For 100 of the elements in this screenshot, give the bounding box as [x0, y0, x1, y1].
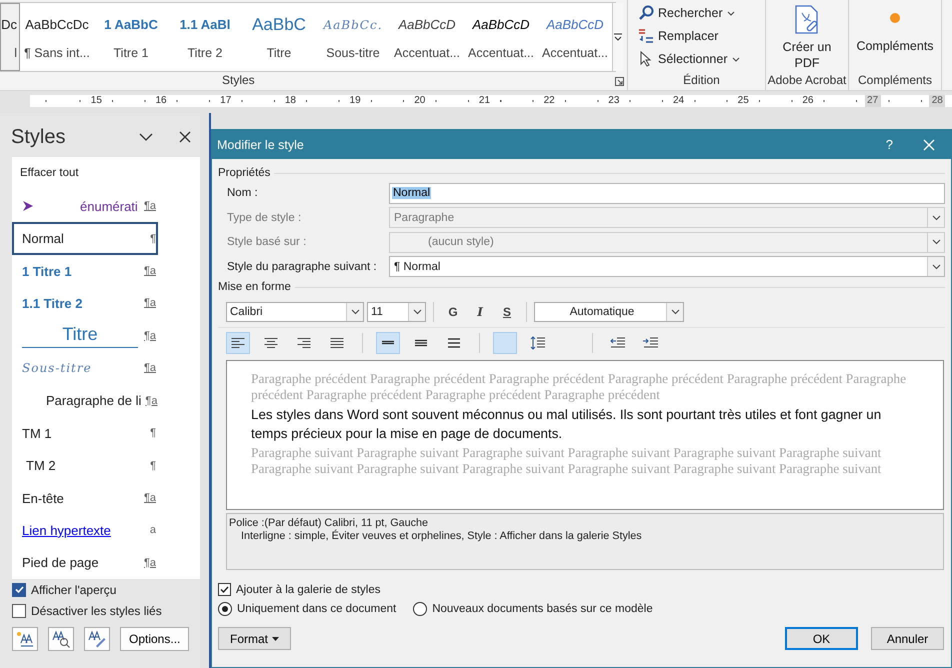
- pdf-link-icon: [794, 5, 820, 35]
- style-list-item[interactable]: TM 2 ¶: [12, 449, 158, 482]
- style-list-item[interactable]: Titre ¶a: [12, 320, 158, 352]
- add-ins-button[interactable]: Compléments: [856, 0, 934, 54]
- replace-icon: [638, 28, 654, 44]
- style-list-item[interactable]: Normal ¶: [12, 222, 158, 255]
- create-pdf-button[interactable]: Créer un PDF: [777, 0, 837, 71]
- radio-button[interactable]: [218, 602, 232, 616]
- lines-icon: [447, 337, 461, 349]
- edition-command[interactable]: Rechercher: [638, 3, 740, 23]
- gallery-more-button[interactable]: [612, 3, 623, 71]
- help-button[interactable]: ?: [886, 137, 893, 152]
- align-right-icon: [297, 337, 311, 349]
- search-icon: [638, 5, 654, 21]
- bold-button[interactable]: G: [441, 305, 465, 319]
- style-type-mark: ¶a: [145, 394, 158, 407]
- checkbox[interactable]: [218, 583, 231, 596]
- style-name: Pied de page: [22, 555, 100, 570]
- arrow-bullet-icon: [22, 200, 34, 212]
- style-name: TM 2: [25, 458, 57, 474]
- align-left-button[interactable]: [226, 332, 250, 354]
- group-label: Adobe Acrobat: [768, 73, 846, 89]
- field-label: Type de style :: [227, 212, 302, 224]
- edition-command[interactable]: Remplacer: [638, 26, 740, 46]
- indent-increase-icon: [643, 337, 659, 349]
- style-list-item[interactable]: Lien hypertexte a: [12, 514, 158, 547]
- style-name: 1.1 Titre 2: [22, 296, 84, 311]
- font-color-dropdown[interactable]: Automatique: [534, 302, 684, 322]
- options-button[interactable]: Options...: [120, 627, 190, 651]
- group-label: Compléments: [858, 73, 932, 89]
- dialog-launcher-icon[interactable]: [615, 77, 624, 86]
- ok-button[interactable]: OK: [785, 627, 858, 650]
- close-icon[interactable]: [179, 131, 191, 143]
- gallery-style-item[interactable]: AaBbC Titre: [242, 3, 316, 71]
- gallery-style-item[interactable]: AaBbCcDc ¶ Sans int...: [20, 3, 94, 71]
- style-list-item[interactable]: Sous-titre ¶a: [12, 352, 158, 385]
- indent-decrease-icon: [610, 337, 626, 349]
- checkbox-label: Désactiver les styles liés: [31, 604, 162, 618]
- italic-button[interactable]: I: [468, 305, 492, 319]
- style-list-item[interactable]: 1.1 Titre 2 ¶a: [12, 287, 158, 320]
- style-name: Titre: [22, 324, 138, 348]
- style-type-mark: ¶a: [142, 297, 156, 310]
- ruler-number: 28: [929, 95, 946, 107]
- radio-button[interactable]: [413, 602, 428, 616]
- gallery-style-item[interactable]: AaBbCcD Accentuat...: [390, 3, 464, 71]
- radio-label: Uniquement dans ce document: [237, 602, 396, 614]
- gallery-style-item[interactable]: AaBbCc. Sous-titre: [316, 3, 390, 71]
- status-dot-icon: [889, 12, 901, 24]
- underline-button[interactable]: S: [495, 305, 519, 319]
- cancel-button[interactable]: Annuler: [871, 627, 944, 650]
- new-style-icon: [15, 630, 35, 648]
- gallery-style-item[interactable]: AaBbCcD Accentuat...: [464, 3, 538, 71]
- style-type-mark: ¶a: [142, 556, 156, 569]
- style-name: Sous-titre: [22, 361, 93, 376]
- style-dropdown[interactable]: ¶ Normal: [389, 256, 945, 278]
- format-menu-button[interactable]: Format: [218, 627, 291, 650]
- style-name: Normal: [22, 231, 65, 246]
- style-list-item[interactable]: énumérati ¶a: [12, 190, 158, 222]
- more-caret-icon: [613, 33, 623, 41]
- field-label: Style basé sur :: [227, 236, 308, 248]
- field-label: Style du paragraphe suivant :: [227, 260, 378, 273]
- name-value-text: Normal: [392, 187, 432, 200]
- style-inspector-button[interactable]: [48, 627, 74, 651]
- pane-title: Styles: [11, 126, 66, 148]
- style-inspector-icon: [51, 630, 71, 648]
- gallery-style-item[interactable]: 1 AaBbC Titre 1: [94, 3, 168, 71]
- style-list-item[interactable]: Paragraphe de li ¶a: [12, 384, 158, 417]
- sample-paragraph-text: Les styles dans Word sont souvent méconnus ou mal utilisés. Ils sont pourtant très utiles et font gagner un temps précieux pour la mise en page de documents.: [251, 406, 882, 443]
- ruler-number: 27: [864, 95, 881, 107]
- edition-command[interactable]: Sélectionner: [638, 49, 740, 69]
- style-type-mark: ¶: [149, 427, 156, 440]
- checkbox[interactable]: [12, 582, 26, 596]
- gallery-style-item[interactable]: AaBbCcD Accentuat...: [538, 3, 612, 71]
- font-dropdown[interactable]: Calibri: [226, 302, 364, 322]
- style-name: énumérati: [79, 198, 138, 214]
- style-type-mark: ¶a: [142, 492, 156, 504]
- checkbox-label: Ajouter à la galerie de styles: [236, 584, 380, 596]
- description-text: Police :(Par défaut) Calibri, 11 pt, Gauche: [229, 517, 430, 530]
- style-list-item[interactable]: En-tête ¶a: [12, 482, 158, 514]
- clear-all-item[interactable]: Effacer tout: [12, 157, 200, 190]
- line-spacing-icon: [530, 336, 546, 350]
- new-style-button[interactable]: [12, 627, 38, 651]
- style-list-item[interactable]: 1 Titre 1 ¶a: [12, 254, 158, 288]
- following-paragraph-text: Paragraphe suivant Paragraphe suivant Paragraphe suivant Paragraphe suivant Paragraphe suivant Paragraphe suivant Paragraphe suivant Paragraphe suivant Paragraphe suivant Paragraphe suivant Paragraphe suivant Paragraphe suivant: [251, 445, 882, 477]
- style-name: Lien hypertexte: [22, 522, 112, 538]
- checkbox[interactable]: [12, 604, 26, 618]
- line-spacing-single-button[interactable]: [376, 332, 400, 354]
- pointer-icon: [638, 51, 654, 67]
- manage-styles-icon: [87, 630, 107, 648]
- gallery-style-item[interactable]: Dc l: [0, 3, 20, 71]
- manage-styles-button[interactable]: [84, 627, 110, 651]
- font-size-dropdown[interactable]: 11: [367, 302, 426, 322]
- gallery-style-item[interactable]: 1.1 AaBl Titre 2: [168, 3, 242, 71]
- style-list-item[interactable]: TM 1 ¶: [12, 416, 158, 450]
- style-list-item[interactable]: Pied de page ¶a: [12, 546, 158, 579]
- name-field[interactable]: Normal: [389, 182, 945, 204]
- chevron-down-icon[interactable]: [139, 133, 153, 141]
- dialog-title: Modifier le style: [217, 138, 305, 152]
- checkbox-label: Afficher l'aperçu: [31, 582, 116, 596]
- style-type-mark: ¶: [149, 232, 156, 245]
